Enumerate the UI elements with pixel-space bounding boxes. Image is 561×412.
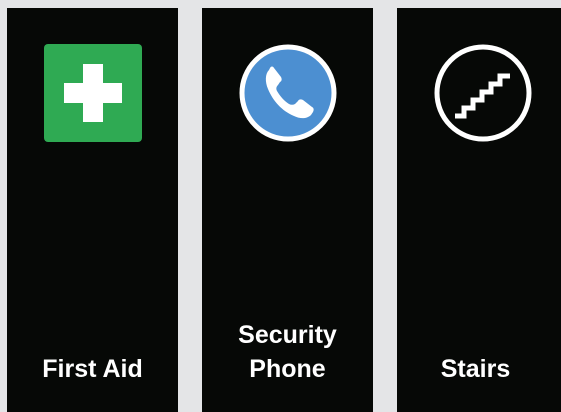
sign-label-first-aid: First Aid [42,355,143,383]
sign-label-stairs: Stairs [440,355,511,383]
telephone-icon [239,44,337,142]
sign-label-security-phone: Security Phone [238,321,337,383]
sign-first-aid: First Aid [7,8,178,412]
sign-stairs: Stairs [397,8,561,412]
stairs-icon [434,44,532,142]
first-aid-cross-icon [44,44,142,142]
sign-security-phone: Security Phone [202,8,373,412]
